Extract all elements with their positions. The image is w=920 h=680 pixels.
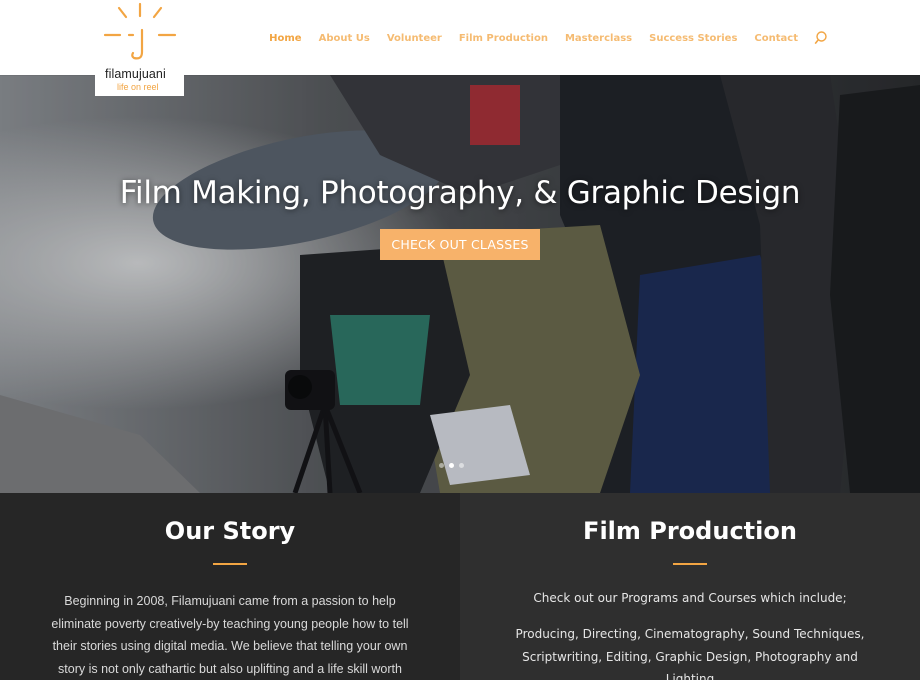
site-logo[interactable]: filamujuani life on reel [95, 0, 184, 96]
hero-background-photo [0, 75, 920, 493]
film-production-course-list: Producing, Directing, Cinematography, So… [515, 627, 865, 680]
slider-dot[interactable] [438, 463, 444, 468]
check-out-classes-button[interactable]: CHECK OUT CLASSES [380, 229, 540, 260]
nav-masterclass[interactable]: Masterclass [565, 33, 632, 44]
heading-divider [673, 563, 707, 565]
nav-home[interactable]: Home [269, 33, 301, 44]
slider-dot-active[interactable] [448, 463, 454, 468]
nav-film-production[interactable]: Film Production [459, 33, 548, 44]
our-story-section: Our Story Beginning in 2008, Filamujuani… [0, 493, 460, 680]
slider-dot[interactable] [458, 463, 464, 468]
logo-sun-icon [103, 2, 177, 60]
main-nav: Home About Us Volunteer Film Production … [252, 30, 828, 46]
hero-slider: Film Making, Photography, & Graphic Desi… [0, 75, 920, 493]
hero-title: Film Making, Photography, & Graphic Desi… [119, 175, 801, 211]
slider-dots [436, 463, 466, 468]
logo-name: filamujuani [105, 67, 166, 81]
search-icon[interactable] [814, 30, 828, 46]
nav-about-us[interactable]: About Us [319, 33, 370, 44]
film-production-section: Film Production Check out our Programs a… [460, 493, 920, 680]
film-production-intro: Check out our Programs and Courses which… [533, 591, 847, 605]
heading-divider [213, 563, 247, 565]
nav-volunteer[interactable]: Volunteer [387, 33, 442, 44]
our-story-text: Beginning in 2008, Filamujuani came from… [51, 594, 409, 676]
logo-tagline: life on reel [117, 82, 159, 92]
film-production-heading: Film Production [583, 517, 797, 545]
nav-contact[interactable]: Contact [754, 33, 798, 44]
our-story-heading: Our Story [164, 517, 296, 545]
nav-success-stories[interactable]: Success Stories [649, 33, 737, 44]
